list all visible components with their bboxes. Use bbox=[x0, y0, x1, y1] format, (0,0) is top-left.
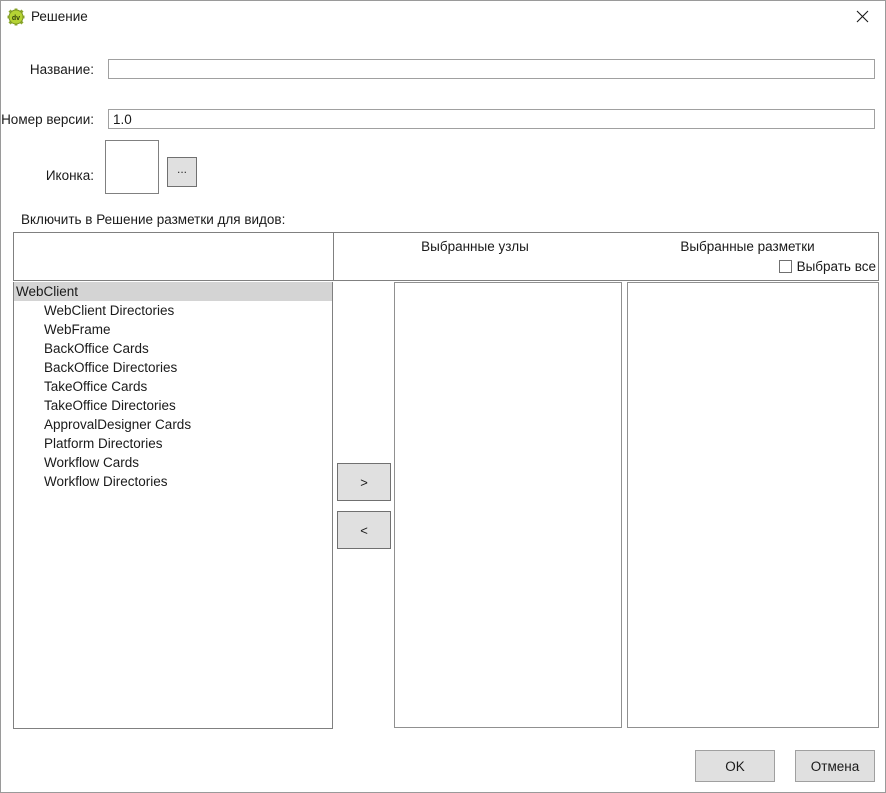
tree-item[interactable]: BackOffice Directories bbox=[14, 358, 332, 377]
close-icon bbox=[856, 10, 868, 23]
selected-layouts-header: Выбранные разметки bbox=[680, 239, 815, 254]
icon-label: Иконка: bbox=[45, 168, 94, 183]
tree-item[interactable]: Platform Directories bbox=[14, 434, 332, 453]
section-caption: Включить в Решение разметки для видов: bbox=[21, 212, 286, 227]
tree-item[interactable]: BackOffice Cards bbox=[14, 339, 332, 358]
gear-icon: dv bbox=[7, 8, 25, 26]
tree-item[interactable]: TakeOffice Cards bbox=[14, 377, 332, 396]
title-bar: dv Решение bbox=[1, 1, 885, 33]
remove-button[interactable]: < bbox=[337, 511, 391, 549]
close-button[interactable] bbox=[839, 1, 885, 32]
select-all-label: Выбрать все bbox=[796, 259, 876, 274]
columns-header: Выбранные узлы Выбранные разметки Выбрат… bbox=[13, 232, 879, 281]
solution-dialog: dv Решение Название: Номер версии: Иконк… bbox=[0, 0, 886, 793]
gear-icon-label: dv bbox=[12, 15, 20, 22]
ok-button[interactable]: OK bbox=[695, 750, 775, 782]
version-input[interactable] bbox=[108, 109, 875, 129]
select-all-row[interactable]: Выбрать все bbox=[617, 259, 876, 274]
tree-children: WebClient Directories WebFrame BackOffice … bbox=[14, 301, 332, 491]
name-input[interactable] bbox=[108, 59, 875, 79]
name-label: Название: bbox=[29, 62, 94, 77]
selected-nodes-header: Выбранные узлы bbox=[421, 239, 529, 254]
tree-root-item[interactable]: WebClient bbox=[14, 282, 332, 301]
selected-layouts-list[interactable] bbox=[627, 282, 879, 728]
tree-item[interactable]: ApprovalDesigner Cards bbox=[14, 415, 332, 434]
tree-item[interactable]: Workflow Directories bbox=[14, 472, 332, 491]
icon-preview-box[interactable] bbox=[105, 140, 159, 194]
selected-nodes-list[interactable] bbox=[394, 282, 622, 728]
add-button[interactable]: > bbox=[337, 463, 391, 501]
tree-item[interactable]: TakeOffice Directories bbox=[14, 396, 332, 415]
tree-item[interactable]: WebClient Directories bbox=[14, 301, 332, 320]
views-tree-list[interactable]: WebClient WebClient Directories WebFrame B… bbox=[13, 282, 333, 729]
icon-browse-button[interactable]: ... bbox=[167, 157, 197, 187]
version-label: Номер версии: bbox=[1, 112, 94, 127]
tree-item[interactable]: Workflow Cards bbox=[14, 453, 332, 472]
select-all-checkbox[interactable] bbox=[778, 260, 792, 273]
tree-item[interactable]: WebFrame bbox=[14, 320, 332, 339]
cancel-button[interactable]: Отмена bbox=[795, 750, 875, 782]
window-title: Решение bbox=[31, 9, 88, 24]
